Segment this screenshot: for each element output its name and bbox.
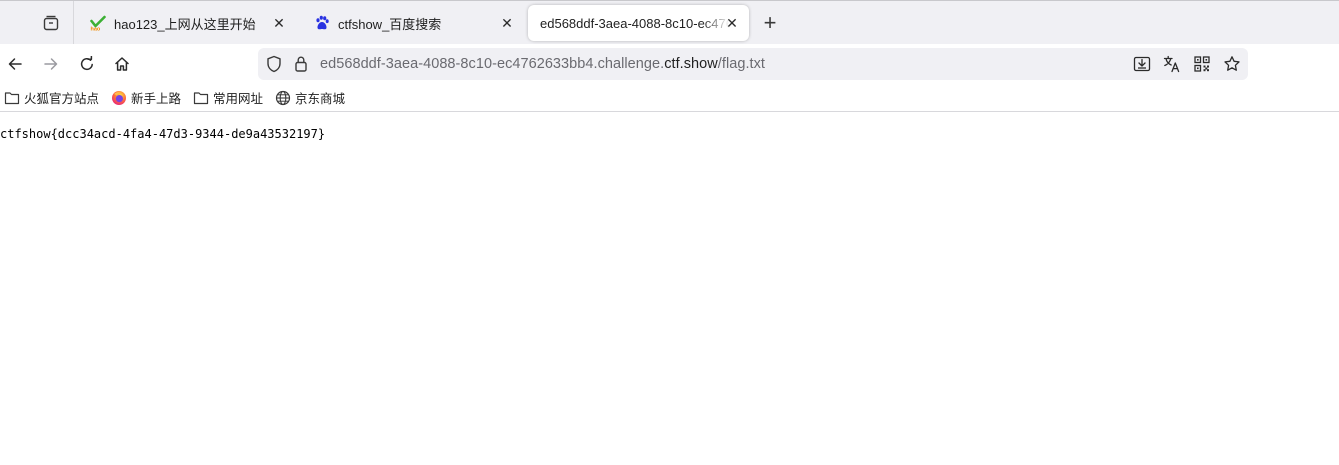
home-icon — [115, 57, 129, 71]
url-host: ctf.show — [664, 56, 718, 72]
tab-title: ed568ddf-3aea-4088-8c10-ec4762633bb4.cha… — [540, 15, 730, 31]
reload-button[interactable] — [73, 50, 101, 78]
save-page-button[interactable] — [1132, 53, 1152, 75]
url-path: /flag.txt — [717, 56, 765, 72]
reload-icon — [80, 56, 93, 71]
flag-text: ctfshow{dcc34acd-4fa4-47d3-9344-de9a4353… — [0, 127, 326, 141]
svg-text:hao: hao — [91, 27, 101, 32]
tab-title: ctfshow_百度搜索 — [338, 16, 442, 32]
tab-baidu[interactable]: ctfshow_百度搜索 ✕ — [302, 5, 524, 41]
forward-button[interactable] — [37, 50, 65, 78]
close-tab-icon[interactable]: ✕ — [498, 14, 516, 32]
url-text[interactable]: ed568ddf-3aea-4088-8c10-ec4762633bb4.cha… — [320, 56, 765, 72]
page-content: ctfshow{dcc34acd-4fa4-47d3-9344-de9a4353… — [0, 113, 1339, 465]
tab-hao123[interactable]: hao hao123_上网从这里开始 ✕ — [78, 5, 296, 41]
list-all-tabs-button[interactable] — [36, 9, 66, 37]
download-icon — [1133, 56, 1151, 72]
bookmark-jd-mall[interactable]: 京东商城 — [275, 88, 345, 107]
folder-icon — [4, 91, 20, 104]
tracking-protection-shield-icon[interactable] — [266, 55, 282, 78]
bookmark-getting-started[interactable]: 新手上路 — [111, 88, 181, 107]
tab-bar: hao hao123_上网从这里开始 ✕ ctfshow_百度搜索 ✕ ed56… — [0, 0, 1339, 45]
bookmark-label: 新手上路 — [131, 92, 182, 106]
bookmarks-toolbar: 火狐官方站点 新手上路 常用网址 京东商城 — [0, 84, 1339, 112]
navigation-toolbar: ed568ddf-3aea-4088-8c10-ec4762633bb4.cha… — [0, 44, 1339, 84]
bookmark-folder-firefox-official[interactable]: 火狐官方站点 — [4, 88, 99, 107]
tab-title: hao123_上网从这里开始 — [114, 16, 256, 32]
bookmark-label: 火狐官方站点 — [24, 92, 100, 106]
bookmark-star-button[interactable] — [1222, 53, 1242, 75]
home-button[interactable] — [108, 50, 136, 78]
bookmark-label: 常用网址 — [213, 92, 264, 106]
bookmark-folder-common-sites[interactable]: 常用网址 — [193, 88, 263, 107]
close-tab-icon[interactable]: ✕ — [270, 14, 288, 32]
new-tab-button[interactable]: + — [758, 10, 782, 35]
qr-code-button[interactable] — [1192, 53, 1212, 75]
lock-icon[interactable] — [294, 55, 308, 78]
globe-icon — [275, 90, 291, 105]
address-bar[interactable]: ed568ddf-3aea-4088-8c10-ec4762633bb4.cha… — [258, 48, 1248, 80]
baidu-paw-icon — [314, 15, 330, 31]
tab-separator — [73, 1, 74, 45]
url-prefix: ed568ddf-3aea-4088-8c10-ec4762633bb4.cha… — [320, 56, 665, 72]
translate-icon — [1163, 55, 1180, 73]
back-arrow-icon — [8, 58, 22, 70]
firefox-icon — [112, 90, 127, 105]
star-icon — [1224, 56, 1240, 71]
bookmark-label: 京东商城 — [295, 92, 346, 106]
forward-arrow-icon — [44, 58, 58, 70]
translate-button[interactable] — [1162, 53, 1182, 75]
back-button[interactable] — [1, 50, 29, 78]
hao123-icon: hao — [90, 15, 106, 31]
folder-icon — [193, 91, 209, 104]
close-tab-icon[interactable]: ✕ — [723, 14, 741, 32]
tab-list-icon — [43, 15, 59, 31]
qr-code-icon — [1194, 56, 1210, 72]
tab-flag-txt[interactable]: ed568ddf-3aea-4088-8c10-ec4762633bb4.cha… — [528, 5, 749, 41]
